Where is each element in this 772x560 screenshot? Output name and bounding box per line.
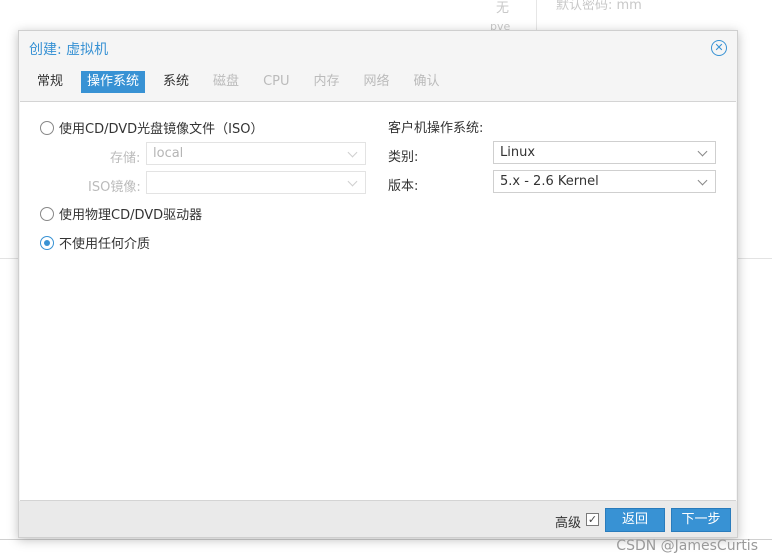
radio-physical-drive-label: 使用物理CD/DVD驱动器	[59, 208, 203, 223]
radio-no-media-label: 不使用任何介质	[59, 237, 151, 252]
tab-network: 网络	[363, 74, 390, 89]
advanced-checkbox[interactable]: ✓	[586, 513, 599, 526]
watermark: CSDN @JamesCurtis	[616, 538, 758, 554]
close-icon[interactable]: ✕	[711, 40, 727, 56]
os-version-combobox[interactable]: 5.x - 2.6 Kernel	[493, 170, 716, 193]
radio-button[interactable]	[40, 120, 54, 135]
storage-label: 存储:	[110, 151, 141, 166]
iso-image-combobox	[146, 171, 366, 194]
tab-confirm: 确认	[413, 74, 440, 89]
chevron-down-icon	[347, 147, 358, 158]
os-version-value: 5.x - 2.6 Kernel	[500, 174, 599, 189]
create-vm-dialog: 创建: 虚拟机 ✕ 常规 操作系统 系统 磁盘 CPU 内存 网络 确认 使用C…	[18, 30, 738, 538]
chevron-down-icon[interactable]	[697, 146, 708, 157]
background-text: 无	[496, 1, 510, 16]
next-button[interactable]: 下一步	[671, 508, 731, 532]
guest-os-heading: 客户机操作系统:	[388, 121, 484, 136]
radio-button[interactable]	[40, 206, 54, 221]
storage-combobox: local	[146, 142, 366, 165]
tab-general[interactable]: 常规	[31, 71, 69, 93]
os-type-combobox[interactable]: Linux	[493, 141, 716, 164]
tab-os[interactable]: 操作系统	[81, 71, 146, 93]
tab-cpu: CPU	[263, 74, 290, 89]
storage-value: local	[153, 146, 184, 161]
radio-use-iso-label: 使用CD/DVD光盘镜像文件（ISO）	[59, 122, 264, 137]
tab-memory: 内存	[313, 74, 340, 89]
wizard-tabs: 常规 操作系统 系统 磁盘 CPU 内存 网络 确认	[31, 71, 458, 97]
chevron-down-icon	[347, 176, 358, 187]
advanced-label: 高级	[554, 516, 581, 531]
dialog-titlebar: 创建: 虚拟机 ✕	[19, 31, 737, 65]
dialog-title: 创建: 虚拟机	[29, 42, 109, 58]
os-settings-panel: 使用CD/DVD光盘镜像文件（ISO） 存储: local ISO镜像: 使用物…	[20, 101, 736, 501]
tab-disk: 磁盘	[213, 74, 240, 89]
radio-physical-drive[interactable]: 使用物理CD/DVD驱动器	[40, 204, 202, 223]
back-button[interactable]: 返回	[605, 508, 665, 532]
os-type-label: 类别:	[388, 150, 419, 165]
radio-use-iso[interactable]: 使用CD/DVD光盘镜像文件（ISO）	[40, 118, 263, 137]
os-version-label: 版本:	[388, 179, 419, 194]
tab-system[interactable]: 系统	[157, 71, 195, 93]
background-divider	[536, 0, 537, 30]
chevron-down-icon[interactable]	[697, 175, 708, 186]
os-type-value: Linux	[500, 145, 536, 160]
dialog-footer: 高级 ✓ 返回 下一步	[19, 501, 737, 537]
radio-button-selected[interactable]	[40, 235, 54, 250]
background-text: 默认密码: mm	[556, 0, 642, 13]
iso-image-label: ISO镜像:	[88, 180, 141, 195]
radio-no-media[interactable]: 不使用任何介质	[40, 233, 150, 252]
